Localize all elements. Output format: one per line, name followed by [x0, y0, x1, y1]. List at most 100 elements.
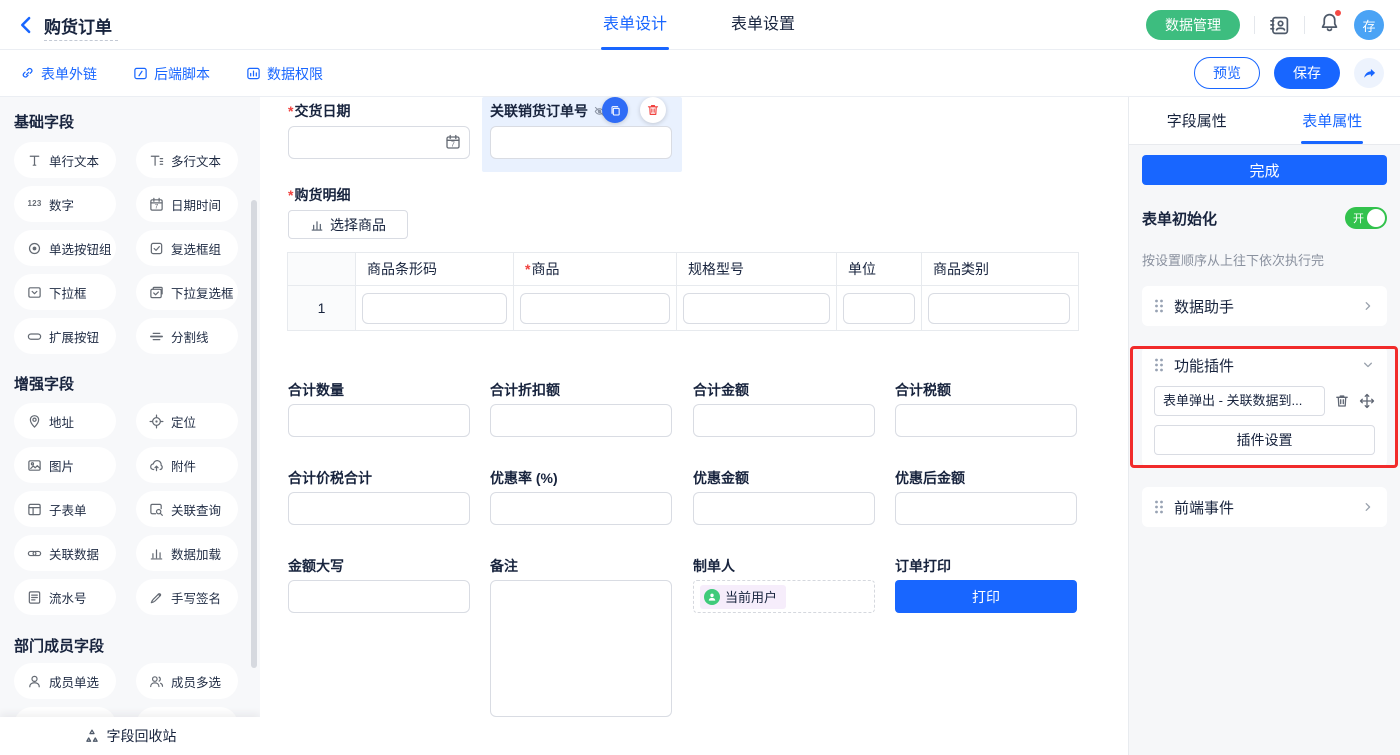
label-text: 购货明细 [294, 187, 350, 203]
preview-button[interactable]: 预览 [1194, 57, 1260, 89]
trash-icon [646, 103, 660, 117]
delete-field-button[interactable] [640, 97, 666, 123]
sidebar-item-address[interactable]: 地址 [14, 403, 116, 439]
checkbox-group-icon [149, 241, 164, 256]
spec-input[interactable] [683, 293, 830, 324]
avatar[interactable]: 存 [1354, 10, 1384, 40]
sidebar-item-single-line-text[interactable]: 单行文本 [14, 142, 116, 178]
tab-form-settings[interactable]: 表单设置 [731, 0, 795, 50]
sidebar-item-geolocation[interactable]: 定位 [136, 403, 238, 439]
contacts-icon[interactable] [1269, 15, 1290, 36]
sidebar-item-multi-line-text[interactable]: 多行文本 [136, 142, 238, 178]
after-discount-input[interactable] [895, 492, 1077, 525]
creator-field[interactable]: 当前用户 [693, 580, 875, 613]
after-discount-label: 优惠后金额 [895, 468, 965, 488]
item-label: 数据加载 [171, 544, 221, 563]
sidebar-item-number[interactable]: 123 数字 [14, 186, 116, 222]
script-icon [133, 66, 148, 81]
data-assistant-card[interactable]: 数据助手 [1142, 286, 1387, 326]
unit-input[interactable] [843, 293, 915, 324]
radio-group-icon [27, 241, 42, 256]
sidebar-item-select[interactable]: 下拉框 [14, 274, 116, 310]
data-manage-button[interactable]: 数据管理 [1146, 10, 1240, 40]
tab-form-properties[interactable]: 表单属性 [1265, 97, 1400, 144]
delivery-date-label: *交货日期 [288, 101, 350, 121]
signature-icon [149, 590, 164, 605]
sidebar-item-checkbox-group[interactable]: 复选框组 [136, 230, 238, 266]
external-link-button[interactable]: 表单外链 [20, 64, 97, 84]
col-spec-header: 规格型号 [677, 253, 837, 285]
sum-tax-input[interactable] [895, 404, 1077, 437]
field-recycle-bin[interactable]: 字段回收站 [0, 717, 260, 755]
number-icon: 123 [27, 197, 42, 212]
print-button[interactable]: 打印 [895, 580, 1077, 613]
sidebar-item-datetime[interactable]: 7日期时间 [136, 186, 238, 222]
sidebar-item-multi-select[interactable]: 下拉复选框 [136, 274, 238, 310]
remark-textarea[interactable] [490, 580, 672, 717]
item-label: 流水号 [49, 588, 87, 607]
discount-rate-input[interactable] [490, 492, 672, 525]
required-mark: * [288, 103, 293, 119]
back-icon[interactable] [16, 15, 36, 35]
sum-qty-input[interactable] [288, 404, 470, 437]
select-product-button[interactable]: 选择商品 [288, 210, 408, 239]
top-header: 购货订单 表单设计 表单设置 数据管理 存 [0, 0, 1400, 50]
drag-handle-icon[interactable] [1154, 500, 1164, 514]
sidebar-item-divider-line[interactable]: 分割线 [136, 318, 238, 354]
form-init-toggle[interactable]: 开 [1345, 207, 1387, 229]
drag-handle-icon[interactable] [1154, 299, 1164, 313]
plugin-settings-button[interactable]: 插件设置 [1154, 425, 1375, 455]
member-single-icon [27, 674, 42, 689]
sidebar-item-attachment[interactable]: 附件 [136, 447, 238, 483]
share-button[interactable] [1354, 58, 1384, 88]
tab-form-design-label: 表单设计 [603, 16, 667, 33]
plugin-select[interactable]: 表单弹出 - 关联数据到... [1154, 386, 1325, 416]
discount-amount-input[interactable] [693, 492, 875, 525]
sidebar-item-data-load[interactable]: 数据加载 [136, 535, 238, 571]
function-plugin-card[interactable]: 功能插件 表单弹出 - 关联数据到... 插件设置 [1142, 346, 1387, 467]
sidebar-item-subform[interactable]: 子表单 [14, 491, 116, 527]
sum-amount-input[interactable] [693, 404, 875, 437]
related-order-input[interactable] [490, 126, 672, 159]
sidebar-item-related-query[interactable]: 关联查询 [136, 491, 238, 527]
data-permission-button[interactable]: 数据权限 [246, 64, 323, 84]
form-toolbar: 表单外链 后端脚本 数据权限 预览 保存 [0, 50, 1400, 97]
sum-total-input[interactable] [288, 492, 470, 525]
sum-tax-label: 合计税额 [895, 380, 951, 400]
save-button[interactable]: 保存 [1274, 57, 1340, 89]
sidebar-item-radio-group[interactable]: 单选按钮组 [14, 230, 116, 266]
done-button[interactable]: 完成 [1142, 155, 1387, 185]
sidebar-item-related-data[interactable]: 关联数据 [14, 535, 116, 571]
sidebar-item-signature[interactable]: 手写签名 [136, 579, 238, 615]
divider [1254, 16, 1255, 34]
tab-field-properties[interactable]: 字段属性 [1129, 97, 1265, 144]
user-icon [707, 592, 717, 602]
sidebar-item-image[interactable]: 图片 [14, 447, 116, 483]
product-input[interactable] [520, 293, 670, 324]
frontend-events-card[interactable]: 前端事件 [1142, 487, 1387, 527]
delivery-date-input[interactable] [288, 126, 470, 159]
delete-plugin-icon[interactable] [1334, 393, 1350, 409]
related-order-field-selected[interactable]: 关联销货订单号 [482, 97, 682, 172]
sidebar-item-member-single[interactable]: 成员单选 [14, 663, 116, 699]
notifications-button[interactable] [1319, 12, 1340, 38]
move-plugin-icon[interactable] [1359, 393, 1375, 409]
copy-field-button[interactable] [602, 97, 628, 123]
function-plugin-wrap: 功能插件 表单弹出 - 关联数据到... 插件设置 [1142, 346, 1387, 467]
item-label: 复选框组 [171, 239, 221, 258]
backend-script-button[interactable]: 后端脚本 [133, 64, 210, 84]
amount-words-input[interactable] [288, 580, 470, 613]
sidebar-scrollbar[interactable] [251, 200, 257, 668]
category-input[interactable] [928, 293, 1070, 324]
sidebar-item-extend-button[interactable]: 扩展按钮 [14, 318, 116, 354]
title-edit-underline [44, 40, 118, 41]
section-enhanced-fields: 增强字段 [14, 373, 74, 394]
sidebar-item-member-multi[interactable]: 成员多选 [136, 663, 238, 699]
sum-amount-label: 合计金额 [693, 380, 749, 400]
item-label: 数字 [49, 195, 74, 214]
barcode-input[interactable] [362, 293, 507, 324]
drag-handle-icon[interactable] [1154, 358, 1164, 372]
sum-discount-input[interactable] [490, 404, 672, 437]
sidebar-item-serial-number[interactable]: 流水号 [14, 579, 116, 615]
tab-form-design[interactable]: 表单设计 [603, 0, 667, 50]
